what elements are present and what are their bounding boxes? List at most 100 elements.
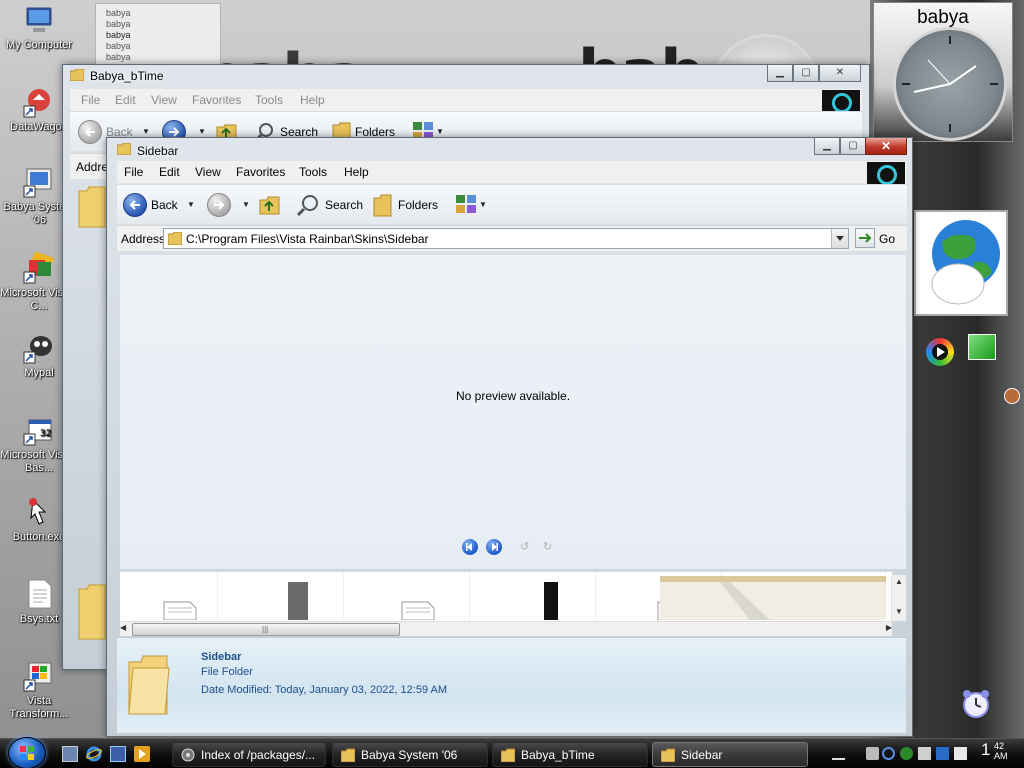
- media-player-icon[interactable]: [926, 338, 954, 366]
- folder-icon: [127, 654, 171, 716]
- views-icon[interactable]: [455, 194, 477, 214]
- visual-basic-icon: 32: [23, 414, 55, 446]
- language-bar-icon[interactable]: [832, 747, 845, 760]
- menu-view[interactable]: View: [195, 165, 221, 179]
- menu-tools[interactable]: Tools: [299, 165, 327, 179]
- thumbnail[interactable]: [660, 572, 886, 620]
- previous-image-button[interactable]: [462, 539, 478, 555]
- menu-favorites[interactable]: Favorites: [236, 165, 285, 179]
- window-titlebar[interactable]: Babya_bTime ▁ ▢ ✕: [63, 65, 869, 87]
- thumbnail[interactable]: [502, 572, 596, 620]
- maximize-button[interactable]: ▢: [793, 65, 819, 82]
- close-icon: ✕: [880, 139, 892, 153]
- sidebar-expand-icon[interactable]: [1004, 388, 1020, 404]
- chevron-up-icon[interactable]: ▲: [895, 577, 903, 586]
- window-titlebar[interactable]: Sidebar ▁ ▢ ✕: [107, 138, 912, 160]
- toolbar: Back ▼ ▼ Search Folders ▼: [117, 184, 907, 224]
- minimize-button[interactable]: ▁: [814, 138, 840, 155]
- filmstrip[interactable]: [120, 571, 892, 621]
- window-sidebar[interactable]: Sidebar ▁ ▢ ✕ File Edit View Favorites T…: [106, 137, 913, 737]
- back-button[interactable]: [78, 120, 102, 144]
- menu-file[interactable]: File: [81, 93, 100, 107]
- task-button[interactable]: Sidebar: [652, 742, 808, 767]
- task-button[interactable]: Babya System '06: [332, 742, 488, 767]
- search-icon[interactable]: [297, 194, 319, 216]
- chevron-down-icon[interactable]: ▼: [198, 127, 206, 136]
- windows-logo-icon: [867, 162, 905, 185]
- desktop-icon-my-computer[interactable]: My Computer: [0, 4, 78, 52]
- folders-button[interactable]: Folders: [398, 198, 438, 212]
- address-input[interactable]: C:\Program Files\Vista Rainbar\Skins\Sid…: [163, 228, 849, 249]
- my-computer-icon: [23, 4, 55, 36]
- sticky-text: babya: [106, 41, 131, 51]
- clock-hour[interactable]: 1: [981, 740, 990, 760]
- chevron-down-icon[interactable]: ▼: [142, 127, 150, 136]
- thumbnail[interactable]: [376, 572, 470, 620]
- folder-icon: [341, 748, 355, 762]
- internet-explorer-icon[interactable]: [86, 746, 102, 762]
- windows-logo-icon: [822, 90, 860, 113]
- network-icon[interactable]: [866, 747, 879, 760]
- next-image-button[interactable]: [486, 539, 502, 555]
- maximize-button[interactable]: ▢: [840, 138, 866, 155]
- rotate-right-button[interactable]: ↻: [543, 540, 552, 553]
- rotate-left-button[interactable]: ↺: [520, 540, 529, 553]
- thumbnail[interactable]: [124, 572, 218, 620]
- shortcut-icon: [23, 86, 55, 118]
- forward-button[interactable]: [207, 193, 231, 217]
- go-label[interactable]: Go: [879, 232, 895, 246]
- search-button[interactable]: Search: [325, 198, 363, 212]
- folders-icon[interactable]: [373, 193, 393, 217]
- browser-icon: [181, 748, 195, 762]
- desktop-icon-label: Vista Transform...: [9, 695, 69, 720]
- start-button[interactable]: [8, 737, 46, 768]
- network-monitor-icon[interactable]: [968, 334, 996, 360]
- menu-help[interactable]: Help: [344, 165, 369, 179]
- chevron-down-icon[interactable]: ▼: [436, 127, 444, 136]
- display-icon[interactable]: [936, 747, 949, 760]
- close-button[interactable]: ✕: [819, 65, 861, 82]
- menu-file[interactable]: File: [124, 165, 143, 179]
- menu-favorites[interactable]: Favorites: [192, 93, 241, 107]
- switch-windows-icon[interactable]: [110, 746, 126, 762]
- sidebar-clock-gadget[interactable]: babya: [873, 2, 1013, 142]
- thumbnail[interactable]: [250, 572, 344, 620]
- volume-icon[interactable]: [918, 747, 931, 760]
- up-folder-icon[interactable]: [259, 194, 281, 216]
- scrollbar-thumb[interactable]: |||: [132, 623, 400, 636]
- chevron-down-icon[interactable]: ▼: [895, 607, 903, 616]
- clock-face-icon: [893, 27, 1007, 141]
- go-button[interactable]: [855, 228, 875, 248]
- back-label[interactable]: Back: [151, 198, 178, 212]
- chevron-down-icon[interactable]: ▼: [187, 200, 195, 209]
- notification-icon[interactable]: [954, 747, 967, 760]
- weather-globe-icon[interactable]: [914, 210, 1008, 316]
- filmstrip-horizontal-scrollbar[interactable]: ◀ ||| ▶: [120, 621, 892, 636]
- menu-help[interactable]: Help: [300, 93, 325, 107]
- task-button[interactable]: Index of /packages/...: [172, 742, 326, 767]
- chevron-down-icon[interactable]: ▼: [242, 200, 250, 209]
- filmstrip-vertical-scrollbar[interactable]: ▲ ▼: [891, 575, 906, 621]
- chevron-down-icon[interactable]: ▼: [479, 200, 487, 209]
- menu-edit[interactable]: Edit: [115, 93, 136, 107]
- sticky-col: babya babya babya: [106, 8, 164, 41]
- media-player-icon[interactable]: [134, 746, 150, 762]
- taskbar: Index of /packages/... Babya System '06 …: [0, 737, 1024, 768]
- back-button[interactable]: [123, 193, 147, 217]
- clock-minute[interactable]: 42 AM: [994, 741, 1008, 761]
- security-icon[interactable]: [900, 747, 913, 760]
- close-button[interactable]: ✕: [865, 138, 907, 155]
- sticky-note-widget[interactable]: babya babya babya babya babya babya: [95, 3, 221, 73]
- chevron-left-icon[interactable]: ◀: [120, 623, 126, 632]
- minimize-button[interactable]: ▁: [767, 65, 793, 82]
- show-desktop-icon[interactable]: [62, 746, 78, 762]
- menu-view[interactable]: View: [151, 93, 177, 107]
- task-button[interactable]: Babya_bTime: [492, 742, 648, 767]
- menu-tools[interactable]: Tools: [255, 93, 283, 107]
- address-label: Address: [121, 232, 166, 246]
- settings-icon[interactable]: [882, 747, 895, 760]
- address-dropdown-button[interactable]: [831, 229, 848, 248]
- menu-edit[interactable]: Edit: [159, 165, 180, 179]
- alarm-clock-icon[interactable]: [960, 688, 992, 720]
- chevron-right-icon[interactable]: ▶: [886, 623, 892, 632]
